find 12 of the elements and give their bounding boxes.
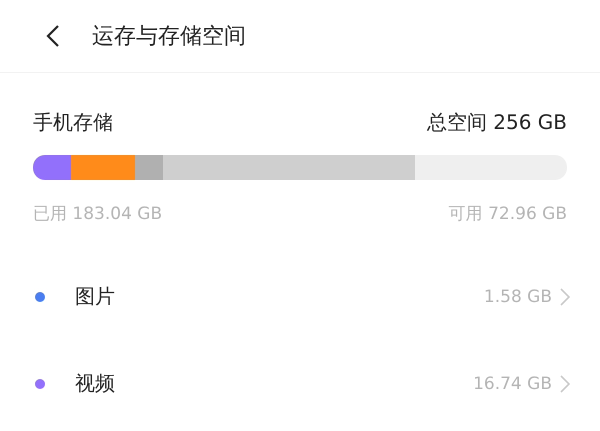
free-space: 可用 72.96 GB (448, 203, 567, 225)
category-size: 16.74 GB (473, 374, 552, 394)
back-icon (46, 24, 60, 48)
category-name[interactable]: 图片 (75, 283, 484, 310)
storage-title: 手机存储 (33, 109, 113, 136)
chevron-icon[interactable] (560, 288, 570, 306)
category-size: 1.58 GB (484, 286, 552, 306)
page-title: 运存与存储空间 (92, 23, 246, 51)
chevron-icon[interactable] (560, 374, 570, 392)
used-space: 已用 183.04 GB (33, 203, 162, 225)
total-space: 总空间 256 GB (426, 109, 567, 136)
category-name[interactable]: 视频 (75, 370, 474, 397)
